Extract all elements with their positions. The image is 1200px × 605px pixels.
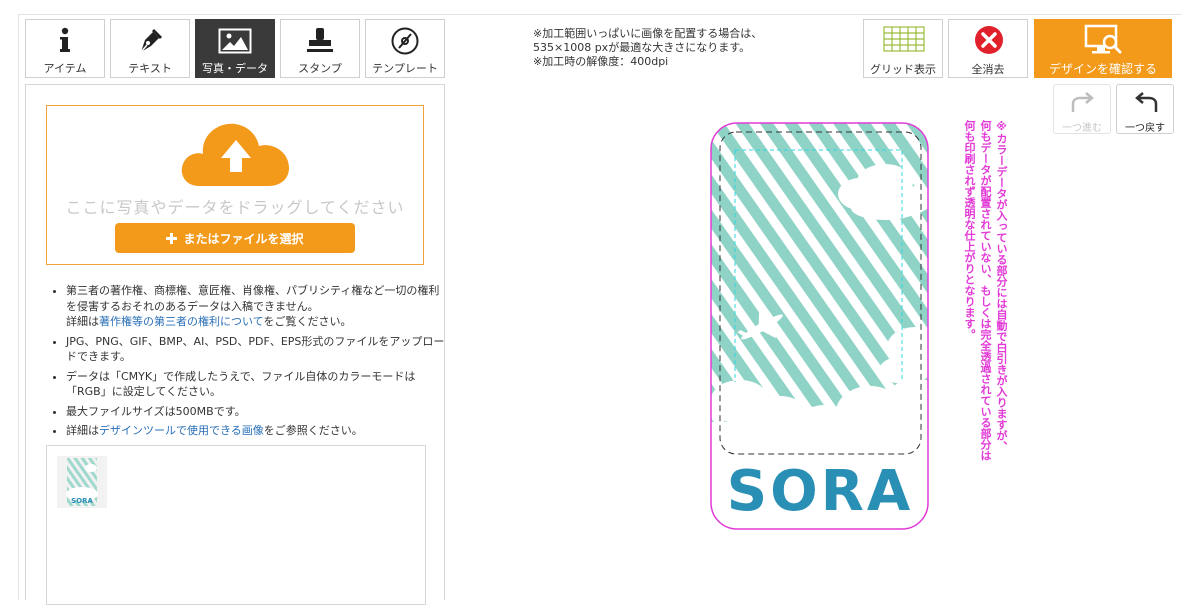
info-line-3: ※加工時の解像度：400dpi (533, 55, 669, 68)
tab-photo-data-label: 写真・データ (202, 62, 268, 75)
note-images-suffix: をご参照ください。 (263, 424, 363, 437)
dropzone-text: ここに写真やデータをドラッグしてください (65, 198, 405, 217)
note-max-size: 最大ファイルサイズは500MBです。 (66, 404, 446, 420)
grid-icon (883, 26, 925, 52)
tab-text-label: テキスト (128, 62, 172, 75)
info-line-2: 535×1008 pxが最適な大きさになります。 (533, 41, 751, 54)
select-file-label: またはファイルを選択 (183, 231, 304, 246)
tab-stamp-label: スタンプ (298, 62, 342, 75)
clear-all-label: 全消去 (971, 63, 1005, 76)
design-canvas[interactable]: SORA (710, 122, 929, 530)
transparency-note-col2: 何もデータが配置されていない、もしくは完全透過されている部分は (979, 120, 992, 461)
plus-icon (166, 232, 178, 244)
redo-icon (1071, 92, 1094, 112)
info-line-1: ※加工範囲いっぱいに画像を配置する場合は、 (533, 27, 763, 40)
undo-button[interactable]: 一つ戻す (1116, 84, 1174, 134)
tab-stamp[interactable]: スタンプ (280, 19, 360, 78)
tab-template[interactable]: テンプレート (365, 19, 445, 78)
upload-dropzone[interactable]: ここに写真やデータをドラッグしてください またはファイルを選択 (46, 105, 424, 265)
tab-template-label: テンプレート (372, 62, 438, 75)
uploaded-thumbnail[interactable]: SORA (57, 456, 107, 508)
rights-link[interactable]: 著作権等の第三者の権利について (99, 315, 263, 328)
note-rights-text: 第三者の著作権、商標権、意匠権、肖像権、パブリシティ権など一切の権利を侵害するお… (66, 284, 440, 313)
design-sora-text: SORA (727, 459, 913, 524)
tab-text[interactable]: テキスト (110, 19, 190, 78)
workspace-top-border (18, 14, 1182, 15)
processing-info: ※加工範囲いっぱいに画像を配置する場合は、 535×1008 pxが最適な大きさ… (533, 27, 762, 69)
close-circle-icon (975, 26, 1003, 54)
uploaded-images-area: SORA (46, 445, 426, 605)
stamp-icon (281, 25, 359, 57)
redo-label: 一つ進む (1062, 123, 1102, 134)
transparency-note-col3: 何も印刷されず透明な仕上がりとなります。 (963, 120, 976, 340)
thumbnail-sora-text: SORA (71, 497, 93, 505)
tab-item[interactable]: アイテム (25, 19, 105, 78)
tab-photo-data[interactable]: 写真・データ (195, 19, 275, 78)
note-images: 詳細はデザインツールで使用できる画像をご参照ください。 (66, 423, 446, 439)
upload-notes: 第三者の著作権、商標権、意匠権、肖像権、パブリシティ権など一切の権利を侵害するお… (48, 283, 446, 443)
note-rights-suffix: をご覧ください。 (263, 315, 352, 328)
redo-button[interactable]: 一つ進む (1053, 84, 1111, 134)
template-icon (366, 25, 444, 57)
info-icon (26, 25, 104, 57)
confirm-design-label: デザインを確認する (1048, 62, 1157, 76)
confirm-design-button[interactable]: デザインを確認する (1034, 19, 1172, 78)
upload-panel: ここに写真やデータをドラッグしてください またはファイルを選択 第三者の著作権、… (25, 84, 446, 605)
undo-label: 一つ戻す (1125, 123, 1165, 134)
grid-toggle-button[interactable]: グリッド表示 (863, 19, 943, 78)
workspace-left-border (18, 14, 19, 600)
cloud-upload-icon (181, 123, 289, 186)
select-file-button[interactable]: またはファイルを選択 (115, 223, 355, 253)
tab-item-label: アイテム (43, 62, 87, 75)
note-images-prefix: 詳細は (66, 424, 99, 437)
transparency-note-col1: ※カラーデータが入っている部分には自動で白引きが入りますが、 (995, 120, 1008, 452)
note-colormode: データは「CMYK」で作成したうえで、ファイル自体のカラーモードは「RGB」に設… (66, 369, 446, 400)
note-formats: JPG、PNG、GIF、BMP、AI、PSD、PDF、EPS形式のファイルをアッ… (66, 334, 446, 365)
monitor-search-icon (1084, 24, 1122, 54)
note-rights-prefix: 詳細は (66, 315, 99, 328)
grid-toggle-label: グリッド表示 (870, 63, 936, 76)
pen-nib-icon (111, 25, 189, 57)
image-icon (196, 25, 274, 57)
usable-images-link[interactable]: デザインツールで使用できる画像 (99, 424, 264, 437)
note-rights: 第三者の著作権、商標権、意匠権、肖像権、パブリシティ権など一切の権利を侵害するお… (66, 283, 446, 330)
clear-all-button[interactable]: 全消去 (948, 19, 1028, 78)
undo-icon (1135, 92, 1158, 112)
